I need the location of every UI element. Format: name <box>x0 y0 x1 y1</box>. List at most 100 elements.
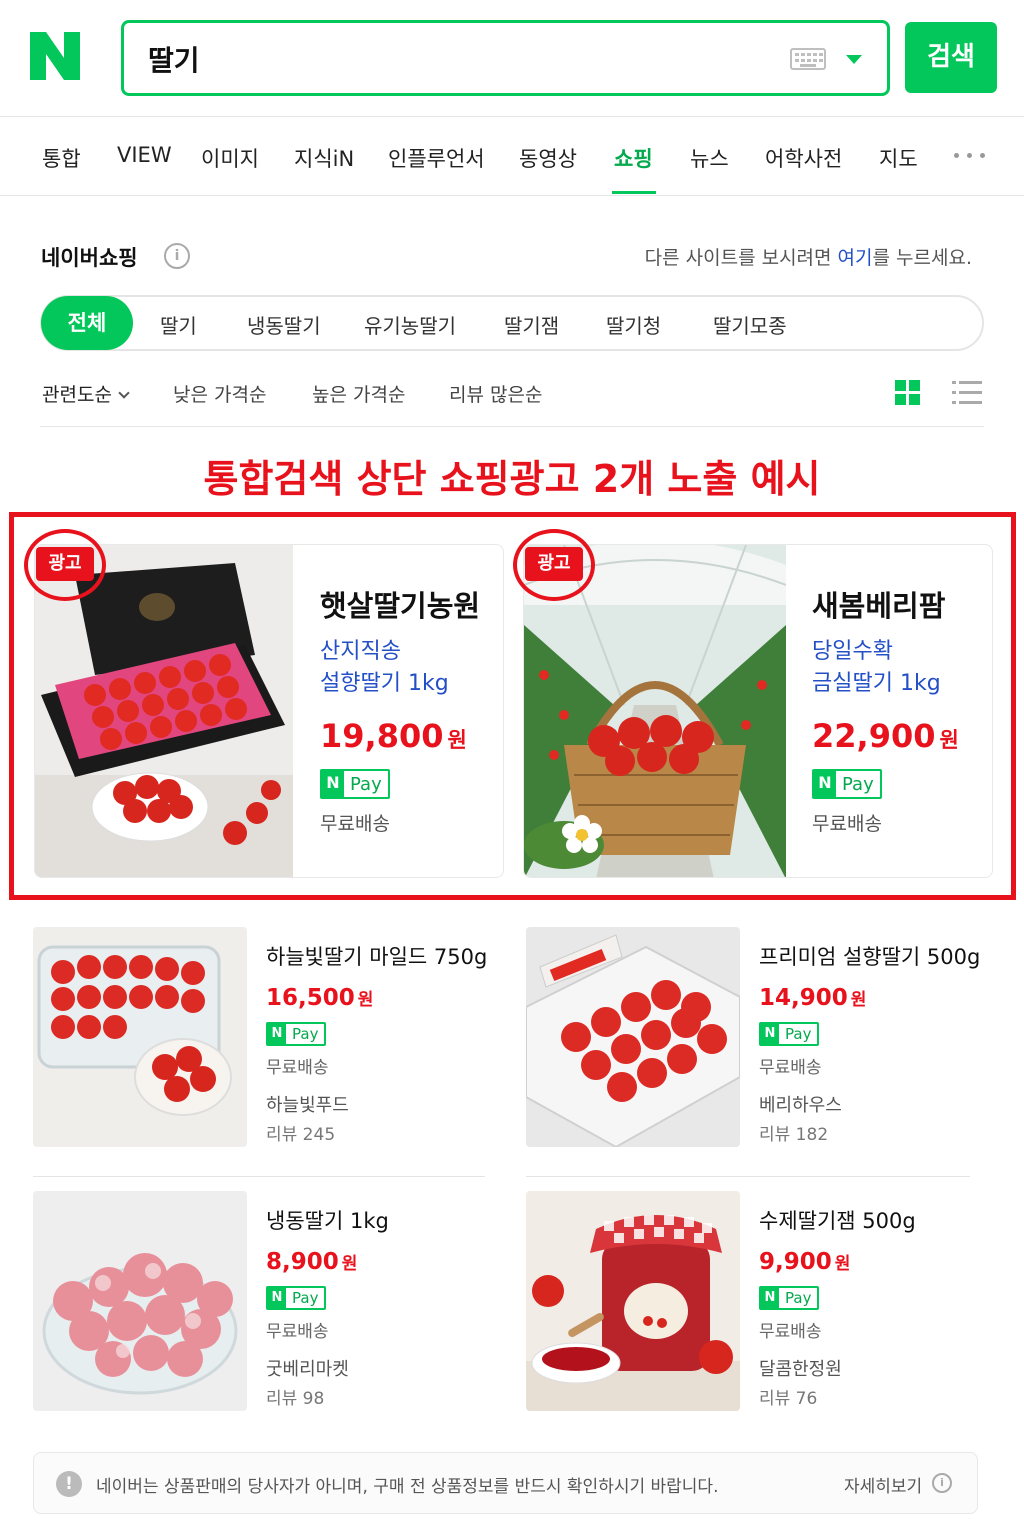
npay-badge: N Pay <box>759 1286 820 1310</box>
tab-view[interactable]: VIEW <box>117 143 172 167</box>
tab-integrated[interactable]: 통합 <box>42 143 81 173</box>
ad-desc-line1[interactable]: 당일수확 <box>812 633 893 665</box>
product-image[interactable] <box>33 1191 247 1411</box>
ad-desc-line2[interactable]: 설향딸기 1kg <box>320 665 449 697</box>
product-price-value: 8,900 <box>266 1249 339 1275</box>
chip-strawberry-seedling[interactable]: 딸기모종 <box>713 310 787 339</box>
chip-strawberry-syrup[interactable]: 딸기청 <box>606 310 661 339</box>
tab-dictionary[interactable]: 어학사전 <box>765 143 842 173</box>
npay-n-icon: N <box>268 1024 286 1044</box>
chip-strawberry[interactable]: 딸기 <box>160 310 197 339</box>
product-card[interactable]: 수제딸기잼 500g 9,900 원 N Pay 무료배송 달콤한정원 리뷰 76 <box>526 1191 986 1413</box>
ad-card[interactable]: 햇살딸기농원 산지직송 설향딸기 1kg 19,800 원 N Pay 무료배송 <box>34 544 504 878</box>
product-price: 16,500 원 <box>266 985 373 1011</box>
search-input[interactable] <box>148 37 748 81</box>
ad-badge-highlight <box>513 529 595 601</box>
info-icon[interactable]: i <box>164 243 190 269</box>
tab-kin[interactable]: 지식iN <box>294 143 354 173</box>
product-name[interactable]: 프리미엄 설향딸기 500g <box>759 941 980 971</box>
details-link[interactable]: 자세히보기 <box>844 1472 922 1497</box>
tab-news[interactable]: 뉴스 <box>690 143 729 173</box>
chevron-down-icon <box>118 387 130 399</box>
chip-all[interactable]: 전체 <box>41 296 133 350</box>
npay-badge: N Pay <box>812 769 882 799</box>
product-price-currency: 원 <box>850 990 867 1010</box>
product-name[interactable]: 냉동딸기 1kg <box>266 1205 389 1235</box>
npay-badge: N Pay <box>320 769 390 799</box>
sort-reviews[interactable]: 리뷰 많은순 <box>449 380 542 407</box>
ad-desc-line2[interactable]: 금실딸기 1kg <box>812 665 941 697</box>
npay-n-icon: N <box>761 1024 779 1044</box>
search-tabs: 통합 VIEW 이미지 지식iN 인플루언서 동영상 쇼핑 뉴스 어학사전 지도 <box>0 116 1024 196</box>
chip-organic-strawberry[interactable]: 유기농딸기 <box>364 310 456 339</box>
product-seller[interactable]: 굿베리마켓 <box>266 1355 349 1381</box>
header: 검색 <box>0 0 1024 116</box>
ad-desc-line1[interactable]: 산지직송 <box>320 633 401 665</box>
tab-video[interactable]: 동영상 <box>519 143 577 173</box>
ad-price-value: 22,900 <box>812 717 936 755</box>
npay-n-icon: N <box>322 771 344 797</box>
product-image[interactable] <box>526 927 740 1147</box>
npay-n-icon: N <box>268 1288 286 1308</box>
section-title: 네이버쇼핑 <box>41 246 138 270</box>
product-image[interactable] <box>526 1191 740 1411</box>
product-seller[interactable]: 하늘빛푸드 <box>266 1091 349 1117</box>
naver-logo-icon[interactable] <box>30 32 80 80</box>
site-notice-text-end: 를 누르세요. <box>872 247 972 269</box>
more-dots-icon[interactable] <box>954 153 986 161</box>
ad-card[interactable]: 새봄베리팜 당일수확 금실딸기 1kg 22,900 원 N Pay 무료배송 <box>523 544 993 878</box>
sort-low-price[interactable]: 낮은 가격순 <box>173 380 266 407</box>
dropdown-icon[interactable] <box>846 55 862 64</box>
search-box <box>121 20 890 96</box>
product-card[interactable]: 냉동딸기 1kg 8,900 원 N Pay 무료배송 굿베리마켓 리뷰 98 <box>33 1191 493 1413</box>
product-seller[interactable]: 베리하우스 <box>759 1091 842 1117</box>
annotation-title: 통합검색 상단 쇼핑광고 2개 노출 예시 <box>203 457 821 501</box>
product-name[interactable]: 수제딸기잼 500g <box>759 1205 916 1235</box>
warning-icon: ! <box>56 1471 82 1497</box>
tab-image[interactable]: 이미지 <box>201 143 259 173</box>
product-review-count: 리뷰 245 <box>266 1125 336 1145</box>
npay-badge: N Pay <box>266 1022 327 1046</box>
grid-view-icon[interactable] <box>895 380 921 406</box>
npay-label: Pay <box>350 773 382 795</box>
product-price: 9,900 원 <box>759 1249 850 1275</box>
row-divider <box>33 1176 485 1177</box>
ad-store-name[interactable]: 햇살딸기농원 <box>320 583 480 625</box>
keyboard-icon[interactable] <box>790 48 826 70</box>
npay-n-icon: N <box>814 771 836 797</box>
site-notice-link[interactable]: 여기 <box>838 247 873 269</box>
npay-label: Pay <box>785 1289 812 1307</box>
tab-map[interactable]: 지도 <box>879 143 918 173</box>
row-divider <box>526 1176 970 1177</box>
product-review-count: 리뷰 98 <box>266 1389 325 1409</box>
footer-notice: ! 네이버는 상품판매의 당사자가 아니며, 구매 전 상품정보를 반드시 확인… <box>33 1452 978 1514</box>
footer-notice-text: 네이버는 상품판매의 당사자가 아니며, 구매 전 상품정보를 반드시 확인하시… <box>96 1477 719 1497</box>
product-price-currency: 원 <box>834 1254 851 1274</box>
product-card[interactable]: 하늘빛딸기 마일드 750g 16,500 원 N Pay 무료배송 하늘빛푸드 리… <box>33 927 493 1149</box>
search-button[interactable]: 검색 <box>905 22 997 93</box>
product-shipping: 무료배송 <box>266 1058 329 1078</box>
list-view-icon[interactable] <box>952 380 982 406</box>
tab-shopping[interactable]: 쇼핑 <box>614 143 653 173</box>
npay-badge: N Pay <box>266 1286 327 1310</box>
info-icon[interactable]: i <box>932 1473 952 1493</box>
divider <box>40 426 984 427</box>
npay-badge: N Pay <box>759 1022 820 1046</box>
product-card[interactable]: 프리미엄 설향딸기 500g 14,900 원 N Pay 무료배송 베리하우스 리… <box>526 927 986 1149</box>
site-notice-text: 다른 사이트를 보시려면 <box>644 247 838 269</box>
chip-strawberry-jam[interactable]: 딸기잼 <box>504 310 559 339</box>
product-seller[interactable]: 달콤한정원 <box>759 1355 842 1381</box>
product-name[interactable]: 하늘빛딸기 마일드 750g <box>266 941 487 971</box>
ad-store-name[interactable]: 새봄베리팜 <box>812 583 945 625</box>
tab-influencer[interactable]: 인플루언서 <box>388 143 485 173</box>
chip-frozen-strawberry[interactable]: 냉동딸기 <box>247 310 321 339</box>
sort-high-price[interactable]: 높은 가격순 <box>312 380 405 407</box>
product-shipping: 무료배송 <box>759 1058 822 1078</box>
product-image[interactable] <box>33 927 247 1147</box>
product-price-currency: 원 <box>341 1254 358 1274</box>
sort-relevance[interactable]: 관련도순 <box>42 380 130 407</box>
product-shipping: 무료배송 <box>759 1322 822 1342</box>
ad-price-value: 19,800 <box>320 717 444 755</box>
ad-price: 22,900 원 <box>812 717 959 755</box>
product-price: 8,900 원 <box>266 1249 357 1275</box>
